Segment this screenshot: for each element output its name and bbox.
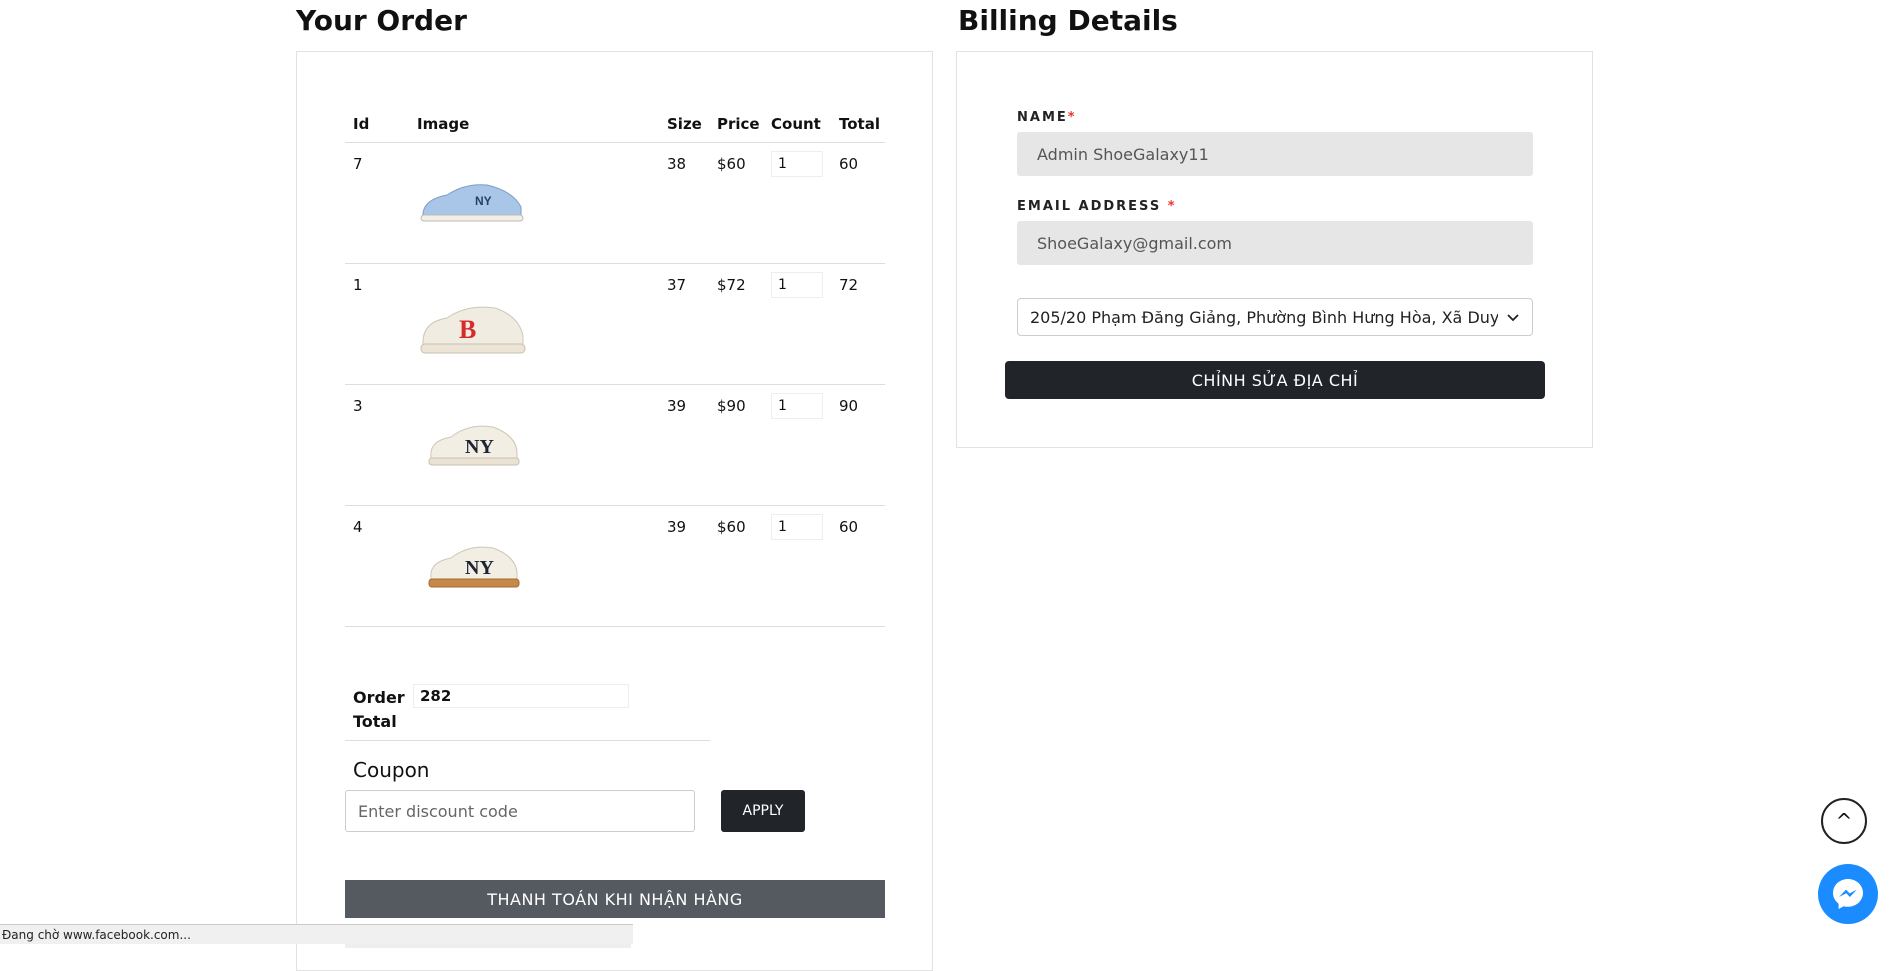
table-row: 4 NY 39 $60 1 60 [345,505,885,627]
billing-card: NAME* Admin ShoeGalaxy11 EMAIL ADDRESS *… [956,51,1593,448]
row-image: NY [409,384,659,506]
row-total: 90 [831,384,885,506]
sneaker-blue-denim-icon: NY [420,184,524,222]
table-row: 3 NY 39 $90 1 90 [345,384,885,506]
row-image: NY [409,142,659,264]
coupon-title: Coupon [353,758,430,782]
table-row: 1 B 37 $72 1 72 [345,263,885,385]
messenger-button[interactable] [1818,864,1878,924]
row-id: 1 [345,263,409,385]
col-id: Id [345,106,409,143]
billing-title: Billing Details [958,4,1178,37]
count-input[interactable]: 1 [771,393,823,419]
required-mark: * [1067,110,1077,125]
svg-text:NY: NY [465,557,494,579]
col-size: Size [659,106,709,143]
order-title: Your Order [296,4,467,37]
count-input[interactable]: 1 [771,272,823,298]
row-total: 60 [831,505,885,627]
count-input[interactable]: 1 [771,151,823,177]
row-id: 3 [345,384,409,506]
order-table: Id Image Size Price Count Total 7 NY 38 [345,106,885,627]
svg-text:B: B [459,315,476,344]
col-image: Image [409,106,659,143]
email-field[interactable]: ShoeGalaxy@gmail.com [1017,221,1533,265]
caret-up-icon: ^ [1835,809,1853,833]
svg-text:NY: NY [475,194,492,208]
order-card: Id Image Size Price Count Total 7 NY 38 [296,51,933,971]
row-total: 60 [831,142,885,264]
browser-status-bar: Đang chờ www.facebook.com... [0,924,633,944]
coupon-input[interactable]: Enter discount code [345,790,695,832]
table-header-row: Id Image Size Price Count Total [345,106,885,143]
scroll-top-button[interactable]: ^ [1821,798,1867,844]
sneaker-cream-red-b-icon: B [420,306,526,354]
row-size: 37 [659,263,709,385]
row-size: 39 [659,505,709,627]
name-label: NAME* [1017,110,1077,125]
row-size: 38 [659,142,709,264]
cod-payment-button[interactable]: THANH TOÁN KHI NHẬN HÀNG [345,880,885,918]
row-price: $72 [709,263,763,385]
required-mark: * [1167,199,1177,214]
row-price: $90 [709,384,763,506]
table-row: 7 NY 38 $60 1 60 [345,142,885,264]
row-size: 39 [659,384,709,506]
row-price: $60 [709,142,763,264]
order-total-value: 282 [413,684,629,708]
order-total-label: Order Total [353,688,405,731]
col-total: Total [831,106,885,143]
address-select[interactable]: 205/20 Phạm Đăng Giảng, Phường Bình Hưng… [1017,298,1533,336]
row-price: $60 [709,505,763,627]
svg-text:NY: NY [465,436,494,458]
row-id: 4 [345,505,409,627]
sneaker-cream-ny-icon: NY [428,425,520,466]
name-field[interactable]: Admin ShoeGalaxy11 [1017,132,1533,176]
apply-button[interactable]: APPLY [721,790,805,832]
col-price: Price [709,106,763,143]
row-image: NY [409,505,659,627]
row-image: B [409,263,659,385]
chevron-down-icon [1507,314,1519,322]
row-id: 7 [345,142,409,264]
order-total-row: Order Total 282 [345,674,710,741]
col-count: Count [763,106,831,143]
edit-address-button[interactable]: CHỈNH SỬA ĐỊA CHỈ [1005,361,1545,399]
row-total: 72 [831,263,885,385]
messenger-icon [1833,879,1863,909]
sneaker-cream-ny-gum-icon: NY [428,546,520,588]
address-selected-value: 205/20 Phạm Đăng Giảng, Phường Bình Hưng… [1030,307,1498,327]
email-label: EMAIL ADDRESS * [1017,199,1177,214]
count-input[interactable]: 1 [771,514,823,540]
